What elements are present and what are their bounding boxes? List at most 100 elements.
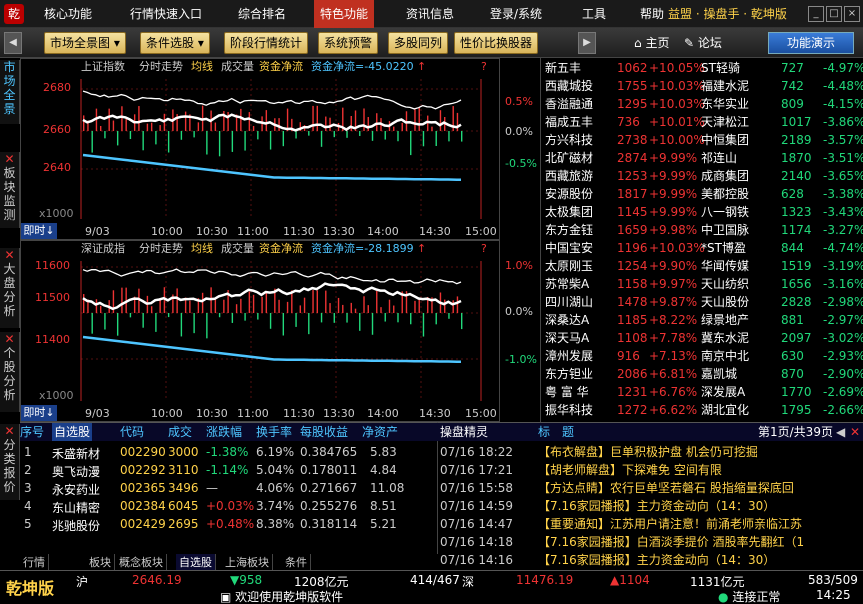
menu-news[interactable]: 资讯信息 <box>400 0 460 28</box>
quote-row[interactable]: 太极集团 1145 +9.99% 八一钢铁 1323 -3.43% <box>541 204 863 221</box>
quote-row[interactable]: 苏常柴A 1158 +9.97% 天山纺织 1656 -3.16% <box>541 276 863 293</box>
news-prev-icon[interactable]: ◀ <box>836 423 845 441</box>
close-x-icon[interactable]: ✕ <box>4 152 14 166</box>
menu-special[interactable]: 特色功能 <box>314 0 375 28</box>
quote-row[interactable]: 漳州发展 916 +7.13% 南京中北 630 -2.93% <box>541 348 863 365</box>
tab-market-overview[interactable]: 市场全景 <box>0 60 20 124</box>
news-item[interactable]: 07/16 15:58 【方达点睛】农行巨单坚若磐石 股指缩量探底回 <box>440 479 860 498</box>
tab-concept[interactable]: 概念板块 <box>116 554 167 571</box>
tab-sector-monitor[interactable]: ✕ 板块监测 <box>0 152 20 228</box>
table-row[interactable]: 3 永安药业 002365 3496 — 4.06% 0.271667 11.08 <box>20 481 438 499</box>
news-item[interactable]: 07/16 14:59 【7.16家园播报】主力资金动向（14：30） <box>440 497 860 516</box>
loser-price: 1795 <box>781 403 812 417</box>
gainer-name: 新五丰 <box>545 61 582 75</box>
news-close-icon[interactable]: ✕ <box>850 423 860 441</box>
chart1-svg <box>80 79 482 219</box>
stage-stats-button[interactable]: 阶段行情统计 <box>224 32 309 54</box>
menu-ranking[interactable]: 综合排名 <box>232 0 292 28</box>
table-row[interactable]: 2 奥飞动漫 002292 3110 -1.14% 5.04% 0.178011 4.84 <box>20 463 438 481</box>
menu-login[interactable]: 登录/系统 <box>484 0 548 28</box>
close-x-icon[interactable]: ✕ <box>4 248 14 262</box>
gainer-price: 1295 <box>617 97 648 111</box>
col-header[interactable]: 成交 <box>168 423 192 441</box>
market-overview-button[interactable]: 市场全景图 ▾ <box>44 32 126 54</box>
table-cell: 4.84 <box>370 463 397 477</box>
nav-prev-icon[interactable]: ◀ <box>4 32 22 54</box>
restore-icon[interactable]: □ <box>826 6 842 22</box>
tab-stock-analysis[interactable]: ✕ 个股分析 <box>0 332 20 412</box>
volume-bar <box>367 117 369 131</box>
menu-core[interactable]: 核心功能 <box>38 0 98 28</box>
forum-link[interactable]: ✎ 论坛 <box>684 34 722 51</box>
table-cell: 8.38% <box>256 517 295 531</box>
demo-button[interactable]: 功能演示 <box>768 32 854 54</box>
quote-row[interactable]: 中国宝安 1196 +10.03% *ST博盈 844 -4.74% <box>541 240 863 257</box>
quote-row[interactable]: 西藏旅游 1253 +9.99% 成商集团 2140 -3.65% <box>541 168 863 185</box>
tab-market-analysis[interactable]: ✕ 大盘分析 <box>0 248 20 328</box>
tab-sector[interactable]: 板块 <box>86 554 115 571</box>
value-switch-button[interactable]: 性价比换股器 <box>454 32 539 54</box>
col-header[interactable]: 每股收益 <box>300 423 348 441</box>
quote-row[interactable]: 振华科技 1272 +6.62% 湖北宜化 1795 -2.66% <box>541 402 863 419</box>
col-header[interactable]: 换手率 <box>256 423 292 441</box>
news-time: 07/16 14:16 <box>440 553 513 567</box>
col-header[interactable]: 涨跌幅 <box>206 423 242 441</box>
col-header[interactable]: 自选股 <box>52 423 93 441</box>
close-x-icon[interactable]: ✕ <box>4 424 14 438</box>
quote-row[interactable]: 深天马A 1108 +7.78% 冀东水泥 2097 -3.02% <box>541 330 863 347</box>
tab-quotes[interactable]: 行情 <box>20 554 49 571</box>
close-icon[interactable]: × <box>844 6 860 22</box>
menu-help[interactable]: 帮助 <box>634 0 670 28</box>
col-header[interactable]: 序号 <box>20 423 44 441</box>
multi-stock-button[interactable]: 多股同列 <box>388 32 449 54</box>
homepage-link[interactable]: ⌂ 主页 <box>634 34 669 51</box>
tab-watchlist[interactable]: 自选股 <box>176 554 216 571</box>
col-header[interactable]: 净资产 <box>362 423 398 441</box>
quote-row[interactable]: 太原刚玉 1254 +9.90% 华闻传媒 1519 -3.19% <box>541 258 863 275</box>
volume-bar <box>150 306 153 313</box>
nav-next-icon[interactable]: ▶ <box>578 32 596 54</box>
col-header[interactable]: 代码 <box>120 423 144 441</box>
minimize-icon[interactable]: _ <box>808 6 824 22</box>
quote-row[interactable]: 香溢融通 1295 +10.03% 东华实业 809 -4.15% <box>541 96 863 113</box>
quote-row[interactable]: 东方钽业 2086 +6.81% 嘉凯城 870 -2.90% <box>541 366 863 383</box>
shanghai-intraday-chart[interactable]: 上证指数 分时走势 均线 成交量 资金净流 资金净流=-45.0220 ↑ ? … <box>20 58 537 240</box>
menu-tools[interactable]: 工具 <box>576 0 612 28</box>
quote-row[interactable]: 四川湖山 1478 +9.87% 天山股份 2828 -2.98% <box>541 294 863 311</box>
tab-category-quotes[interactable]: ✕ 分类报价 <box>0 424 20 500</box>
system-alert-button[interactable]: 系统预警 <box>318 32 379 54</box>
close-x-icon[interactable]: ✕ <box>4 332 14 346</box>
quote-row[interactable]: 新五丰 1062 +10.05% ST轻骑 727 -4.97% <box>541 60 863 77</box>
news-item[interactable]: 07/16 18:22 【布衣解盘】巨单积极护盘 机会仍可挖掘 <box>440 443 860 462</box>
loser-name: 冀东水泥 <box>701 331 750 345</box>
shenzhen-intraday-chart[interactable]: 深证成指 分时走势 均线 成交量 资金净流 资金净流=-28.1899 ↑ ? … <box>20 240 537 422</box>
loser-change: -2.93% <box>823 349 863 363</box>
gainer-price: 1158 <box>617 277 648 291</box>
tab-sh-sector[interactable]: 上海板块 <box>222 554 273 571</box>
realtime-toggle[interactable]: 即时↓ <box>21 223 57 239</box>
menu-bar: 乾 核心功能 行情快速入口 综合排名 特色功能 资讯信息 登录/系统 工具 帮助… <box>0 0 863 28</box>
quote-row[interactable]: 安源股份 1817 +9.99% 美都控股 628 -3.38% <box>541 186 863 203</box>
table-cell: -1.14% <box>206 463 249 477</box>
news-item[interactable]: 07/16 14:16 【7.16家园播报】主力资金动向（14：30） <box>440 551 860 570</box>
x-tick: 14:30 <box>419 225 451 238</box>
stock-filter-button[interactable]: 条件选股 ▾ <box>140 32 210 54</box>
quote-row[interactable]: 福成五丰 736 +10.01% 天津松江 1017 -3.86% <box>541 114 863 131</box>
table-row[interactable]: 5 兆驰股份 002429 2695 +0.48% 8.38% 0.318114 5.21 <box>20 517 438 535</box>
tab-condition[interactable]: 条件 <box>282 554 311 571</box>
news-item[interactable]: 07/16 14:18 【7.16家园播报】白酒淡季提价 酒股率先翻红（1 <box>440 533 860 552</box>
news-item[interactable]: 07/16 14:47 【重要通知】江苏用户请注意！前涌老师亲临江苏 <box>440 515 860 534</box>
loser-price: 1323 <box>781 205 812 219</box>
news-item[interactable]: 07/16 17:21 【胡老师解盘】下探难免 空间有限 <box>440 461 860 480</box>
quote-row[interactable]: 方兴科技 2738 +10.00% 中恒集团 2189 -3.57% <box>541 132 863 149</box>
table-row[interactable]: 4 东山精密 002384 6045 +0.03% 3.74% 0.255276 8.51 <box>20 499 438 517</box>
quote-row[interactable]: 西藏城投 1755 +10.03% 福建水泥 742 -4.48% <box>541 78 863 95</box>
quote-row[interactable]: 粤 富 华 1231 +6.76% 深发展A 1770 -2.69% <box>541 384 863 401</box>
table-row[interactable]: 1 禾盛新材 002290 3000 -1.38% 6.19% 0.384765 5.83 <box>20 445 438 463</box>
realtime-toggle[interactable]: 即时↓ <box>21 405 57 421</box>
quote-row[interactable]: 深桑达A 1185 +8.22% 绿景地产 881 -2.97% <box>541 312 863 329</box>
quote-row[interactable]: 东方金钰 1659 +9.98% 中卫国脉 1174 -3.27% <box>541 222 863 239</box>
sh-change: ▼958 <box>230 573 263 587</box>
menu-quick[interactable]: 行情快速入口 <box>124 0 208 28</box>
quote-row[interactable]: 北矿磁材 2874 +9.99% 祁连山 1870 -3.51% <box>541 150 863 167</box>
